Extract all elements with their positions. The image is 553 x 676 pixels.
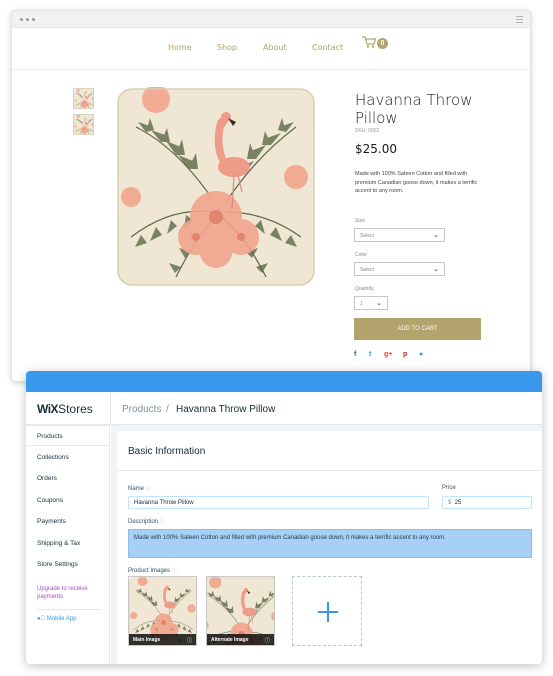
info-icon: ⓘ	[145, 486, 151, 492]
product-price: $25.00	[355, 142, 397, 156]
section-title: Basic Information	[128, 446, 206, 457]
nav-link-shop[interactable]: Shop	[217, 43, 237, 52]
name-input[interactable]: Havanna Throw Pillow	[128, 496, 429, 509]
sidebar-divider	[37, 609, 100, 610]
info-icon: ⓘ	[264, 638, 270, 644]
size-select[interactable]: Select ⌄	[354, 228, 445, 242]
price-value: 25	[454, 500, 462, 506]
cart-count-badge: 0	[377, 38, 388, 49]
wix-stores-logo: WiXStores	[37, 402, 93, 416]
main-image-tile[interactable]: Main Image ⓘ	[128, 576, 197, 646]
cart-icon	[362, 36, 377, 48]
add-to-cart-button[interactable]: ADD TO CART	[354, 318, 481, 340]
price-currency: $	[448, 500, 452, 506]
sidebar-item-shipping-tax[interactable]: Shipping & Tax	[26, 533, 110, 554]
color-select-value: Select	[360, 267, 374, 273]
chevron-down-icon: ⌄	[376, 300, 382, 307]
sidebar-item-orders[interactable]: Orders	[26, 468, 110, 489]
price-label: Price	[442, 485, 456, 491]
product-thumbnail[interactable]	[73, 114, 94, 135]
main-image-caption: Main Image ⓘ	[129, 634, 196, 645]
twitter-icon[interactable]: t	[369, 351, 371, 358]
breadcrumb-products[interactable]: Products	[122, 404, 161, 415]
info-icon: ⓘ	[159, 519, 165, 525]
basic-information-card: Basic Information Name ⓘ Havanna Throw P…	[117, 431, 542, 664]
section-divider	[117, 470, 542, 471]
info-icon: ⓘ	[186, 638, 192, 644]
cart-button[interactable]: 0	[361, 35, 391, 51]
sidebar-item-coupons[interactable]: Coupons	[26, 490, 110, 511]
alternate-image-tile[interactable]: Alternate Image ⓘ	[206, 576, 275, 646]
google-plus-icon[interactable]: g+	[384, 351, 392, 358]
description-label: Description ⓘ	[128, 519, 165, 525]
size-label: Size	[355, 218, 365, 224]
menu-icon[interactable]	[516, 16, 523, 25]
mobile-app-link[interactable]: ● Mobile App	[37, 616, 76, 622]
top-bar	[26, 371, 542, 392]
pinterest-icon[interactable]: p	[403, 351, 407, 358]
color-select[interactable]: Select ⌄	[354, 262, 445, 276]
product-description: Made with 100% Sateen Cotton and filled …	[355, 171, 478, 194]
sidebar-item-payments[interactable]: Payments	[26, 511, 110, 532]
color-label: Color	[355, 252, 367, 258]
chevron-down-icon: ⌄	[433, 232, 439, 239]
product-sku: SKU: 0002	[355, 128, 380, 134]
quantity-select-value: 1	[360, 301, 363, 307]
dashboard-header: WiXStores Products / Havanna Throw Pillo…	[26, 392, 542, 425]
browser-bar	[12, 11, 530, 28]
store-nav: Home Shop About Contact 0	[12, 28, 530, 70]
upgrade-link[interactable]: Upgrade to receive payments	[37, 585, 107, 601]
info-icon: ⓘ	[171, 568, 177, 574]
breadcrumb-current: Havanna Throw Pillow	[176, 404, 276, 415]
tumblr-icon[interactable]: ●	[419, 351, 423, 358]
alternate-image-caption: Alternate Image ⓘ	[207, 634, 274, 645]
name-label: Name ⓘ	[128, 486, 151, 492]
mobile-app-label: Mobile App	[42, 616, 77, 622]
product-images-label: Product Images ⓘ	[128, 568, 177, 574]
quantity-select[interactable]: 1 ⌄	[354, 296, 388, 310]
main-panel: Basic Information Name ⓘ Havanna Throw P…	[111, 425, 542, 664]
sidebar: Products Collections Orders Coupons Paym…	[26, 425, 110, 664]
product-thumbnail[interactable]	[73, 88, 94, 109]
chevron-down-icon: ⌄	[433, 266, 439, 273]
facebook-icon[interactable]: f	[354, 351, 356, 358]
size-select-value: Select	[360, 233, 374, 239]
dashboard-window: WiXStores Products / Havanna Throw Pillo…	[26, 371, 542, 664]
header-divider	[110, 392, 111, 425]
description-textarea[interactable]: Made with 100% Sateen Cotton and filled …	[128, 529, 532, 558]
product-title: Havanna Throw Pillow	[355, 91, 473, 127]
price-input[interactable]: $ 25	[442, 496, 532, 509]
nav-link-home[interactable]: Home	[168, 43, 192, 52]
storefront-window: Home Shop About Contact 0 Havanna Throw …	[11, 10, 531, 382]
nav-link-about[interactable]: About	[263, 43, 287, 52]
nav-link-contact[interactable]: Contact	[312, 43, 343, 52]
sidebar-item-store-settings[interactable]: Store Settings	[26, 554, 110, 575]
sidebar-item-collections[interactable]: Collections	[26, 447, 110, 468]
android-apple-icon: ●	[37, 616, 45, 622]
breadcrumb-separator: /	[166, 404, 169, 415]
sidebar-item-products[interactable]: Products	[26, 425, 110, 446]
product-main-image[interactable]	[111, 87, 321, 287]
quantity-label: Quantity	[355, 286, 374, 292]
add-image-button[interactable]	[292, 576, 362, 646]
window-dots-icon	[20, 18, 35, 21]
